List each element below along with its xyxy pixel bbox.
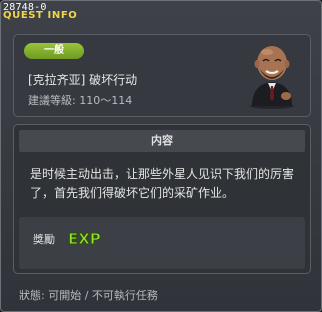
quest-content-panel: 内容 是时候主动出击，让那些外星人见识下我们的厉害 了，首先我们得破坏它们的采矿… — [13, 124, 311, 274]
description-line-1: 是时候主动出击，让那些外星人见识下我们的厉害 — [30, 167, 295, 181]
quest-status: 狀態: 可開始 / 不可執行任務 — [19, 289, 158, 302]
exp-icon-text: EXP — [68, 230, 101, 247]
reward-section: 獎勵 EXP — [19, 217, 305, 269]
quest-description: 是时候主动出击，让那些外星人见识下我们的厉害 了，首先我们得破坏它们的采矿作业。 — [30, 165, 302, 203]
content-header: 内容 — [19, 130, 305, 152]
quest-summary-card: 一般 [克拉齐亚] 破坏行动 建議等級: 110～114 — [13, 34, 311, 117]
description-line-2: 了，首先我们得破坏它们的采矿作业。 — [30, 186, 235, 200]
reward-label: 獎勵 — [33, 233, 55, 246]
window-title: QUEST INFO — [3, 10, 78, 21]
quest-name: [克拉齐亚] 破坏行动 — [28, 73, 138, 87]
quest-category-badge: 一般 — [24, 43, 84, 59]
exp-icon: EXP — [67, 229, 103, 249]
quest-recommended-level: 建議等級: 110～114 — [28, 94, 133, 107]
quest-info-window: 28748-0 QUEST INFO 一般 [克拉齐亚] 破坏行动 建議等級: … — [0, 0, 322, 312]
npc-portrait-icon — [242, 40, 302, 110]
